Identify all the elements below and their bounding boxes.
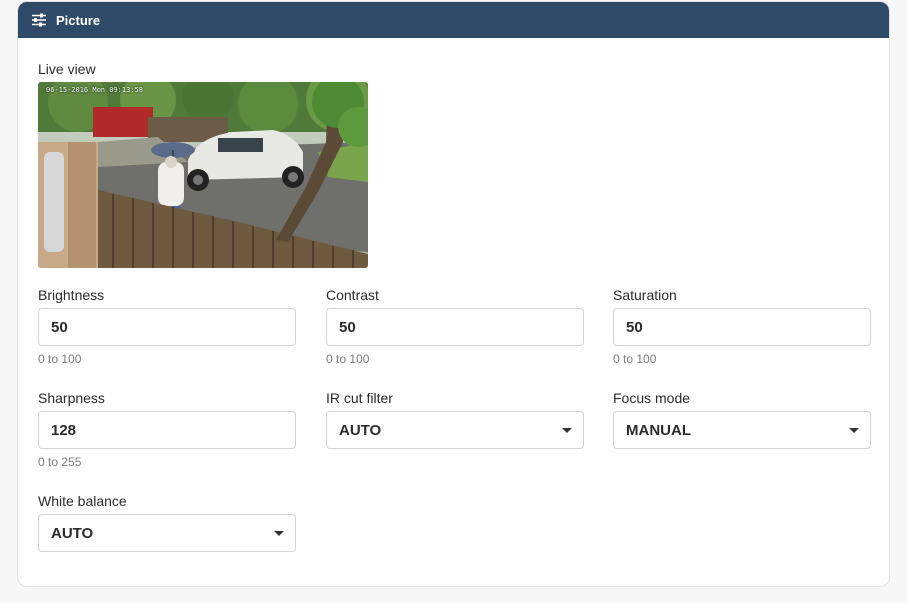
white-balance-select[interactable]: AUTO <box>38 514 296 552</box>
saturation-hint: 0 to 100 <box>613 352 657 366</box>
saturation-input[interactable]: 50 <box>613 308 871 346</box>
live-view-label: Live view <box>38 61 96 77</box>
ir-cut-filter-select[interactable]: AUTO <box>326 411 584 449</box>
caret-down-icon <box>849 428 859 433</box>
sharpness-label: Sharpness <box>38 390 105 406</box>
saturation-label: Saturation <box>613 287 677 303</box>
sharpness-input[interactable]: 128 <box>38 411 296 449</box>
contrast-label: Contrast <box>326 287 379 303</box>
ir-cut-filter-label: IR cut filter <box>326 390 393 406</box>
card-title: Picture <box>56 12 101 28</box>
brightness-input[interactable]: 50 <box>38 308 296 346</box>
contrast-input[interactable]: 50 <box>326 308 584 346</box>
caret-down-icon <box>562 428 572 433</box>
live-view-image[interactable]: 06-15-2016 Mon 09:13:58 <box>38 82 368 268</box>
ir-cut-filter-value: AUTO <box>339 421 382 439</box>
card-header: Picture <box>18 2 889 38</box>
brightness-hint: 0 to 100 <box>38 352 82 366</box>
white-balance-value: AUTO <box>51 524 94 542</box>
focus-mode-value: MANUAL <box>626 421 691 439</box>
caret-down-icon <box>274 531 284 536</box>
sliders-icon <box>30 11 48 29</box>
brightness-label: Brightness <box>38 287 105 303</box>
live-view-timestamp: 06-15-2016 Mon 09:13:58 <box>46 86 143 94</box>
picture-settings-card: Picture Live view 06-15-2016 Mon 09:13:5… <box>17 1 890 587</box>
contrast-hint: 0 to 100 <box>326 352 370 366</box>
sharpness-hint: 0 to 255 <box>38 455 82 469</box>
white-balance-label: White balance <box>38 493 127 509</box>
focus-mode-select[interactable]: MANUAL <box>613 411 871 449</box>
focus-mode-label: Focus mode <box>613 390 691 406</box>
